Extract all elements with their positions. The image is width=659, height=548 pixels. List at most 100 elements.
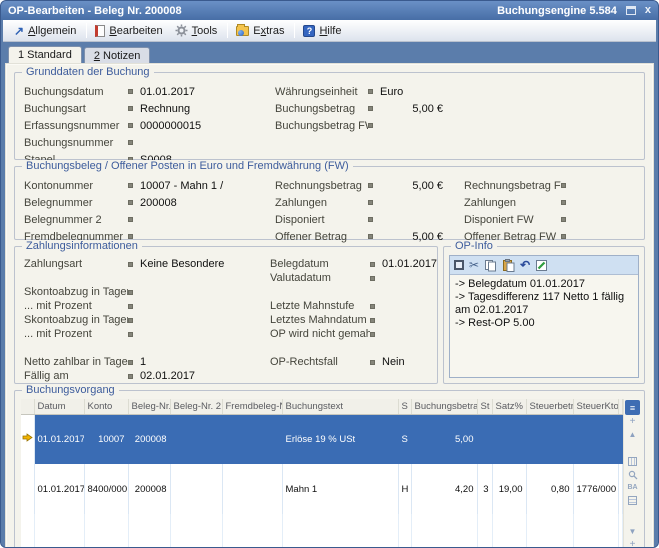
field-value: 5,00 € <box>380 231 446 243</box>
menu-extras[interactable]: Extras <box>231 23 291 39</box>
field-marker-icon <box>128 318 133 323</box>
cell-satz[interactable] <box>492 414 526 464</box>
col-header[interactable]: Steuerbetrag <box>526 399 573 414</box>
field-row: Buchungsnummer <box>24 134 644 151</box>
field-value: Keine Besondere <box>140 258 270 270</box>
copy-icon[interactable] <box>484 259 497 272</box>
col-header[interactable]: Buchungstext <box>282 399 398 414</box>
cell-datum[interactable]: 01.01.2017 <box>34 414 84 464</box>
op-info-line: -> Rest-OP 5.00 <box>455 317 633 330</box>
close-window-icon[interactable]: x <box>645 6 651 15</box>
cell-konto[interactable]: 8400/000 <box>84 464 128 514</box>
menu-tools[interactable]: Tools <box>170 22 225 39</box>
menu-label: Allgemein <box>28 25 76 37</box>
tab-notizen[interactable]: 2 Notizen <box>84 47 150 63</box>
select-frame-icon[interactable] <box>454 260 464 270</box>
cell-s[interactable]: H <box>398 464 411 514</box>
cell-st[interactable]: 3 <box>477 464 492 514</box>
field-marker-icon <box>370 318 375 323</box>
cell-st[interactable] <box>477 414 492 464</box>
table-row[interactable]: 01.01.2017 8400/000 200008 Mahn 1 H 4,20… <box>21 464 623 514</box>
scroll-down-icon[interactable]: ▼ <box>625 525 640 538</box>
menu-bearbeiten[interactable]: Bearbeiten <box>90 23 169 39</box>
field-marker-icon <box>561 234 566 239</box>
group-buchungsvorgang: Buchungsvorgang Datum <box>14 390 645 548</box>
field-row: ZahlungsartKeine Besondere Belegdatum01.… <box>24 257 437 271</box>
cell-steue[interactable] <box>618 414 623 464</box>
field-row <box>24 341 437 355</box>
field-row: Valutadatum <box>24 271 437 285</box>
table-header-row: Datum Konto Beleg-Nr. Beleg-Nr. 2 Fremdb… <box>21 399 623 414</box>
col-header[interactable]: Steue <box>618 399 623 414</box>
paste-icon[interactable] <box>502 259 515 272</box>
ba-button[interactable]: BA <box>625 481 640 494</box>
field-row: Belegnummer 2 Disponiert Disponiert FW <box>24 211 644 228</box>
group-title: Buchungsbeleg / Offener Posten in Euro u… <box>22 160 353 172</box>
cell-s[interactable]: S <box>398 414 411 464</box>
col-header[interactable]: Konto <box>84 399 128 414</box>
field-marker-icon <box>370 332 375 337</box>
cell-konto[interactable]: 10007 <box>84 414 128 464</box>
col-header[interactable]: Buchungsbetrag € <box>411 399 477 414</box>
col-header[interactable]: Beleg-Nr. 2 <box>170 399 222 414</box>
field-label: Belegnummer 2 <box>24 214 128 226</box>
row-down-button[interactable]: + <box>625 538 640 548</box>
cell-steue[interactable] <box>618 464 623 514</box>
cell-steuerbetrag[interactable]: 0,80 <box>526 464 573 514</box>
cell-beleg-nr-2[interactable] <box>170 414 222 464</box>
col-header[interactable]: S <box>398 399 411 414</box>
cell-satz[interactable]: 19,00 <box>492 464 526 514</box>
cell-steuerbetrag[interactable] <box>526 414 573 464</box>
col-header[interactable]: Beleg-Nr. <box>128 399 170 414</box>
cell-buchungstext[interactable]: Mahn 1 <box>282 464 398 514</box>
columns-icon <box>628 457 637 466</box>
table-row-selected[interactable]: 01.01.2017 10007 200008 Erlöse 19 % USt … <box>21 414 623 464</box>
field-marker-icon <box>128 217 133 222</box>
field-value: Euro <box>380 86 446 98</box>
restore-window-icon[interactable] <box>626 6 636 15</box>
group-title: Buchungsvorgang <box>22 384 119 396</box>
col-header[interactable]: SteuerKto 1 <box>573 399 618 414</box>
cell-buchungstext[interactable]: Erlöse 19 % USt <box>282 414 398 464</box>
col-header[interactable]: Datum <box>34 399 84 414</box>
field-label: Zahlungen <box>464 197 561 209</box>
field-marker-icon <box>368 217 373 222</box>
scroll-up-icon[interactable]: ▲ <box>625 428 640 441</box>
filter-button[interactable] <box>625 494 640 507</box>
field-marker-icon <box>368 200 373 205</box>
edit-icon[interactable] <box>535 259 548 272</box>
scroll-current-row-button[interactable]: ≡ <box>625 400 640 415</box>
field-row: Buchungsdatum01.01.2017 WährungseinheitE… <box>24 83 644 100</box>
cell-fremdbeleg-nr[interactable] <box>222 414 282 464</box>
cell-steuerkto[interactable]: 1776/000 <box>573 464 618 514</box>
field-label: Disponiert FW <box>464 214 561 226</box>
col-header[interactable]: Satz% <box>492 399 526 414</box>
menu-separator <box>294 23 295 38</box>
bookings-table-wrap: Datum Konto Beleg-Nr. Beleg-Nr. 2 Fremdb… <box>21 399 624 548</box>
search-button[interactable] <box>625 468 640 481</box>
menu-allgemein[interactable]: ↗ Allgemein <box>9 23 83 39</box>
field-row: Skontoabzug in Tagen <box>24 285 437 299</box>
tab-standard[interactable]: 1 Standard <box>8 46 82 63</box>
field-row: Fällig am02.01.2017 <box>24 369 437 383</box>
field-marker-icon <box>128 360 133 365</box>
cell-beleg-nr-2[interactable] <box>170 464 222 514</box>
cell-betrag[interactable]: 5,00 <box>411 414 477 464</box>
row-up-button[interactable]: + <box>625 415 640 428</box>
col-header[interactable]: St <box>477 399 492 414</box>
cell-beleg-nr[interactable]: 200008 <box>128 414 170 464</box>
field-row: Skontoabzug in Tagen Letztes Mahndatum <box>24 313 437 327</box>
menu-hilfe[interactable]: ? Hilfe <box>298 23 348 39</box>
columns-button[interactable] <box>625 455 640 468</box>
cell-steuerkto[interactable] <box>573 414 618 464</box>
undo-icon[interactable]: ↶ <box>520 259 530 271</box>
engine-version-label: Buchungsengine 5.584 <box>497 5 617 17</box>
cut-icon[interactable]: ✂ <box>469 259 479 271</box>
field-marker-icon <box>128 200 133 205</box>
cell-betrag[interactable]: 4,20 <box>411 464 477 514</box>
cell-beleg-nr[interactable]: 200008 <box>128 464 170 514</box>
field-label: Rechnungsbetrag <box>275 180 368 192</box>
col-header[interactable]: Fremdbeleg-Nr. <box>222 399 282 414</box>
cell-datum[interactable]: 01.01.2017 <box>34 464 84 514</box>
cell-fremdbeleg-nr[interactable] <box>222 464 282 514</box>
